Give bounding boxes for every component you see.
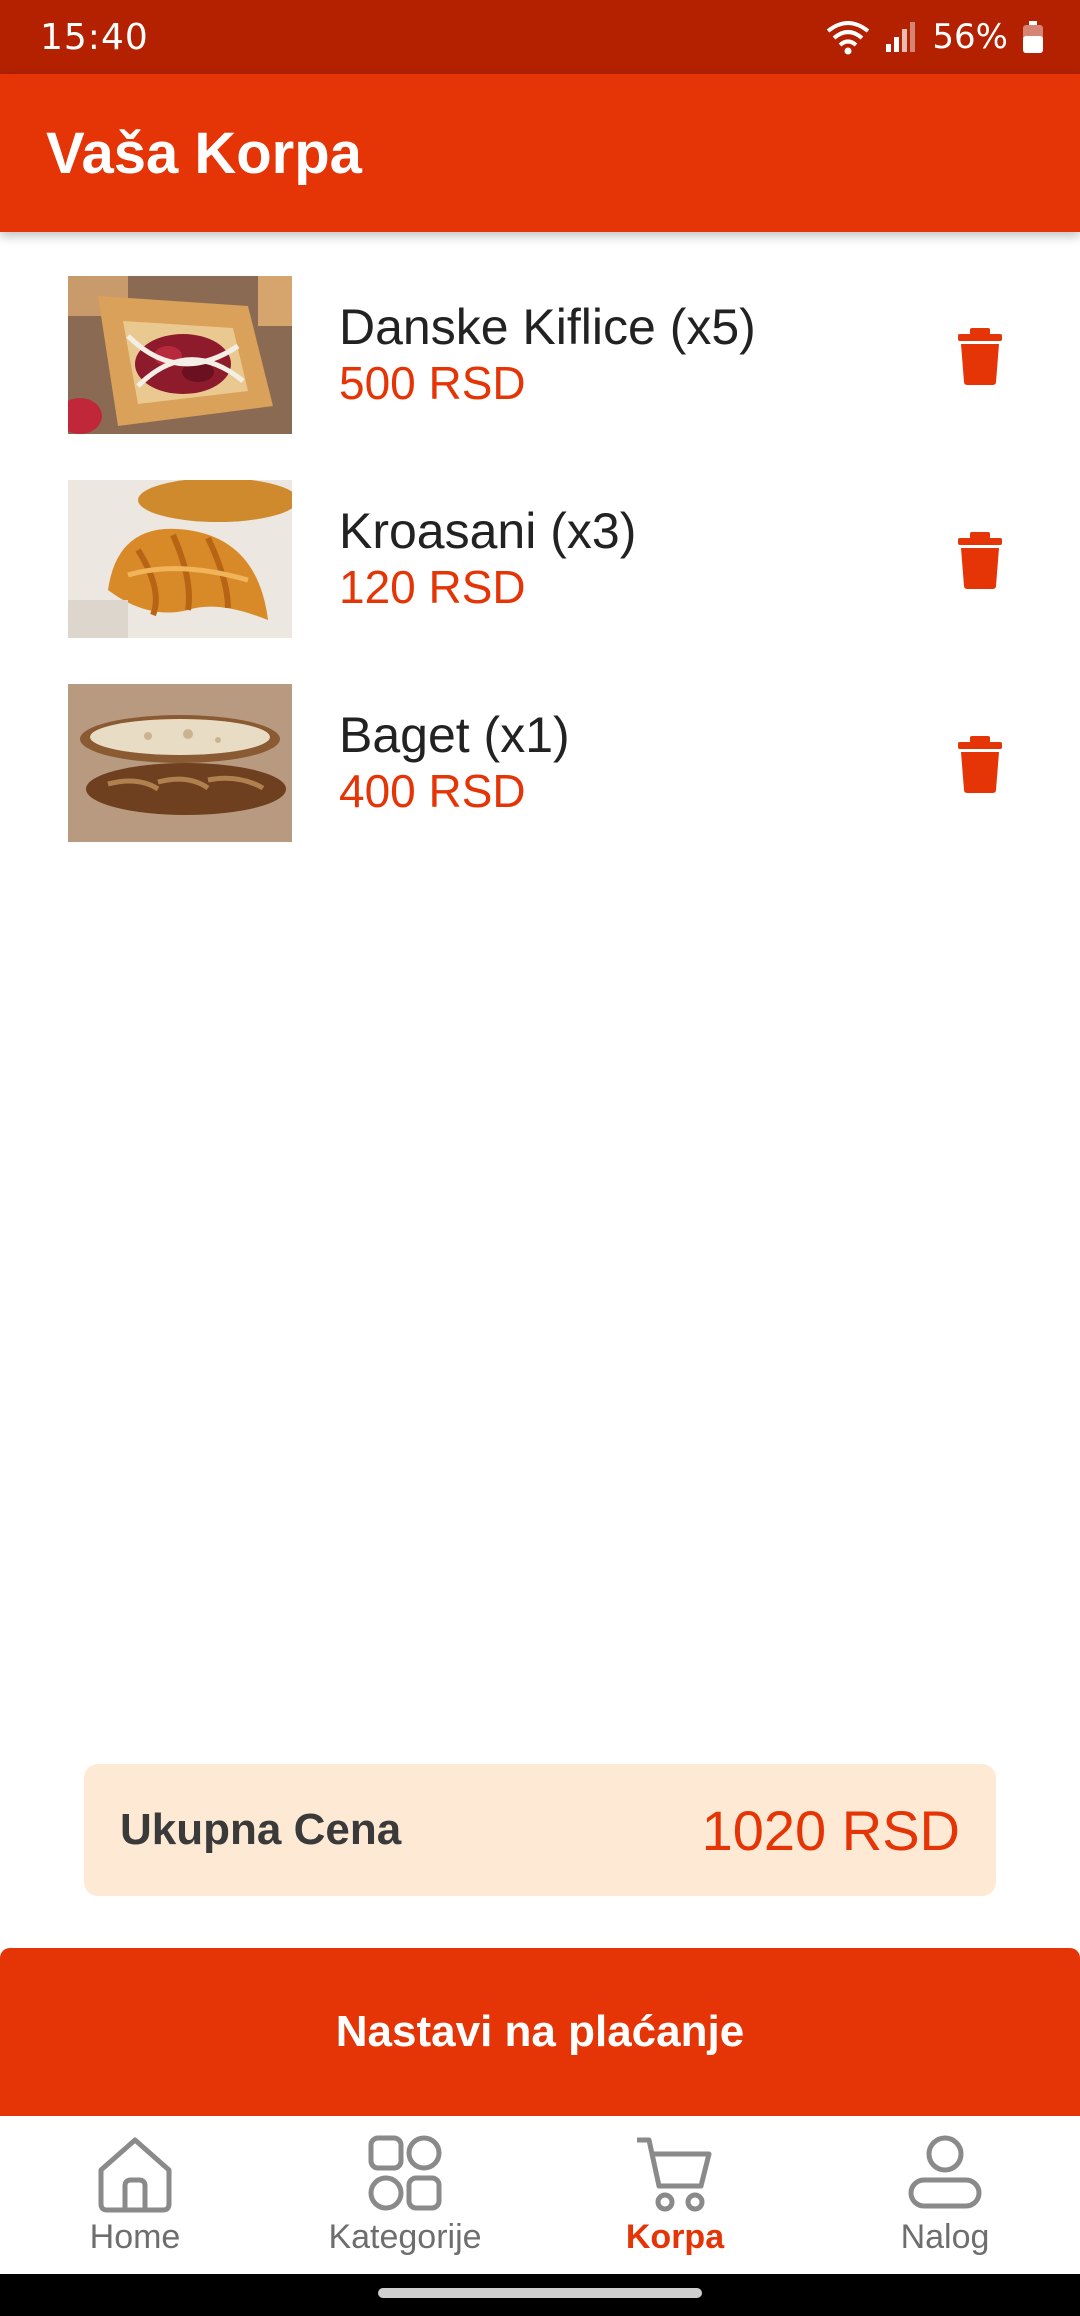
croissant-photo	[68, 480, 292, 638]
cart-item: Kroasani (x3) 120 RSD	[0, 480, 1080, 640]
nav-item-home[interactable]: Home	[0, 2116, 270, 2274]
cart-item: Baget (x1) 400 RSD	[0, 684, 1080, 844]
page-title: Vaša Korpa	[46, 120, 362, 186]
gesture-bar	[0, 2274, 1080, 2316]
nav-label: Korpa	[625, 2218, 725, 2256]
nav-item-account[interactable]: Nalog	[810, 2116, 1080, 2274]
app-bar: Vaša Korpa	[0, 74, 1080, 232]
item-price: 400 RSD	[339, 765, 526, 817]
status-icons: 56%	[826, 17, 1044, 57]
item-price: 120 RSD	[339, 561, 526, 613]
item-name: Kroasani (x3)	[339, 503, 637, 559]
item-name: Danske Kiflice (x5)	[339, 299, 756, 355]
nav-item-categories[interactable]: Kategorije	[270, 2116, 540, 2274]
wifi-icon	[827, 21, 870, 55]
trash-icon	[958, 328, 1002, 385]
cart-item: Danske Kiflice (x5) 500 RSD	[0, 276, 1080, 436]
total-value: 1020 RSD	[701, 1798, 960, 1862]
danish-pastry-photo	[68, 276, 292, 434]
status-time: 15:40	[40, 16, 149, 58]
total-summary: Ukupna Cena 1020 RSD	[84, 1764, 996, 1896]
nav-item-cart[interactable]: Korpa	[540, 2116, 810, 2274]
delete-item-button[interactable]	[952, 530, 1008, 590]
home-gesture-handle[interactable]	[378, 2288, 702, 2298]
grid-icon	[368, 2135, 442, 2211]
trash-icon	[958, 532, 1002, 589]
baguette-photo	[68, 684, 292, 842]
home-icon	[98, 2137, 172, 2213]
battery-icon	[1023, 21, 1043, 53]
total-label: Ukupna Cena	[120, 1805, 402, 1854]
user-icon	[908, 2135, 982, 2209]
delete-item-button[interactable]	[952, 734, 1008, 794]
cart-icon	[637, 2137, 712, 2212]
trash-icon	[958, 736, 1002, 793]
bottom-nav: Home Kategorije Korpa Nalog	[0, 2116, 1080, 2274]
signal-icon	[886, 22, 916, 52]
item-name: Baget (x1)	[339, 707, 570, 763]
checkout-button[interactable]: Nastavi na plaćanje	[0, 1948, 1080, 2116]
item-price: 500 RSD	[339, 357, 526, 409]
nav-label: Kategorije	[328, 2218, 482, 2256]
status-bar: 15:40 56%	[0, 0, 1080, 74]
delete-item-button[interactable]	[952, 326, 1008, 386]
nav-label: Home	[89, 2218, 181, 2256]
battery-percent: 56%	[932, 17, 1008, 57]
nav-label: Nalog	[900, 2218, 990, 2256]
